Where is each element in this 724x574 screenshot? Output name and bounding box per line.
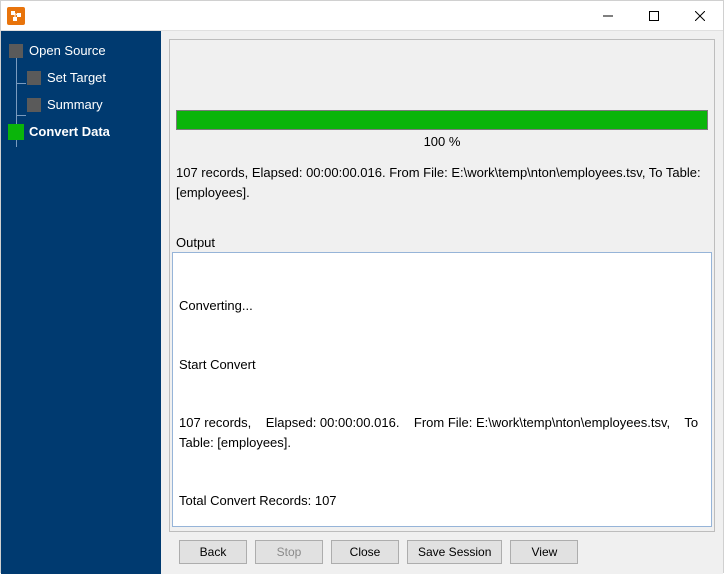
window-controls [585,1,723,31]
output-textarea[interactable]: Converting... Start Convert 107 records,… [172,252,712,527]
app-icon [7,7,25,25]
step-label: Open Source [29,43,106,58]
output-line: 107 records, Elapsed: 00:00:00.016. From… [179,413,705,452]
step-label: Convert Data [29,124,110,139]
body: Open Source Set Target Summary Convert D… [1,31,723,574]
back-button[interactable]: Back [179,540,247,564]
step-box-icon [27,71,41,85]
progress-bar [176,110,708,130]
output-line: Start Convert [179,355,705,375]
button-row: Back Stop Close Save Session View [161,534,723,574]
tree-connector [16,115,26,116]
step-convert-data[interactable]: Convert Data [9,124,153,139]
stop-button[interactable]: Stop [255,540,323,564]
step-set-target[interactable]: Set Target [27,70,153,85]
save-session-button[interactable]: Save Session [407,540,502,564]
sidebar: Open Source Set Target Summary Convert D… [1,31,161,574]
step-box-icon [27,98,41,112]
step-open-source[interactable]: Open Source [9,43,153,58]
wizard-steps: Open Source Set Target Summary Convert D… [9,43,153,139]
minimize-button[interactable] [585,1,631,31]
titlebar-left [1,7,31,25]
step-summary[interactable]: Summary [27,97,153,112]
main-panel: 100 % 107 records, Elapsed: 00:00:00.016… [161,31,723,574]
output-line: Converting... [179,296,705,316]
step-box-icon [9,125,23,139]
close-button[interactable] [677,1,723,31]
view-button[interactable]: View [510,540,578,564]
step-box-icon [9,44,23,58]
close-button-action[interactable]: Close [331,540,399,564]
output-label: Output [170,235,714,250]
output-line: Total Convert Records: 107 [179,491,705,511]
progress-container: 100 % [170,110,714,149]
status-text: 107 records, Elapsed: 00:00:00.016. From… [170,163,714,203]
titlebar [1,1,723,31]
step-label: Summary [47,97,103,112]
progress-text: 100 % [176,134,708,149]
content-area: 100 % 107 records, Elapsed: 00:00:00.016… [169,39,715,532]
step-label: Set Target [47,70,106,85]
tree-connector [16,83,26,84]
maximize-button[interactable] [631,1,677,31]
